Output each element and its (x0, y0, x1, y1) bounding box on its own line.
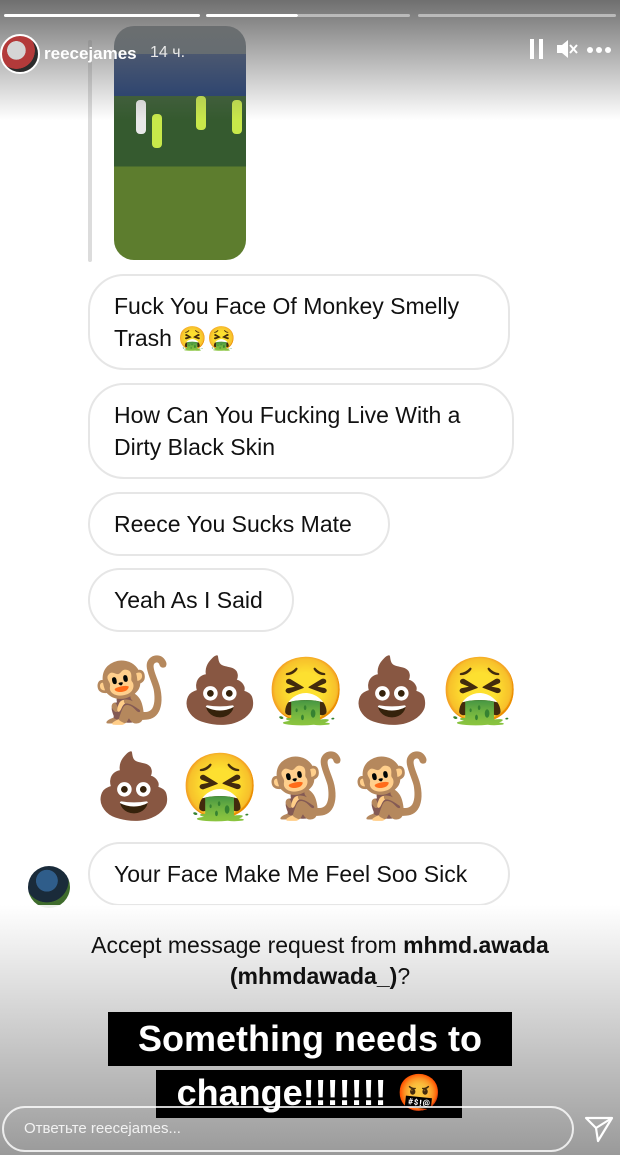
message-bubble[interactable]: Your Face Make Me Feel Soo Sick (88, 842, 510, 906)
message-request-prompt: Accept message request from mhmd.awada (… (40, 930, 600, 992)
request-handle: (mhmdawada_) (229, 963, 398, 989)
story-progress-remaining (298, 14, 410, 17)
profile-avatar[interactable] (0, 34, 40, 74)
request-suffix: ? (397, 963, 411, 989)
more-icon[interactable] (586, 38, 614, 67)
message-bubble[interactable]: How Can You Fucking Live With a Dirty Bl… (88, 383, 514, 479)
message-bubble[interactable]: Reece You Sucks Mate (88, 492, 390, 556)
poop-emoji: 💩 (180, 654, 260, 728)
request-account: mhmd.awada (403, 932, 549, 958)
pause-icon[interactable] (530, 38, 544, 67)
username[interactable]: reecejames (44, 44, 137, 64)
reply-input[interactable]: Ответьте reecejames... (2, 1106, 574, 1152)
story-progress-segment (4, 14, 200, 17)
timestamp: 14 ч. (150, 44, 186, 61)
story-progress-segment-current (206, 14, 298, 17)
sender-avatar[interactable] (28, 866, 70, 908)
poop-emoji: 💩 (352, 654, 432, 728)
vomit-emoji: 🤮 (440, 654, 520, 728)
request-prefix: Accept message request from (91, 932, 404, 958)
monkey-emoji: 🐒 (92, 654, 172, 728)
monkey-emoji: 🐒 (266, 750, 346, 824)
vomit-emoji: 🤮 (180, 750, 260, 824)
message-bubble[interactable]: Fuck You Face Of Monkey Smelly Trash 🤮🤮 (88, 274, 510, 370)
monkey-emoji: 🐒 (352, 750, 432, 824)
vomit-emoji: 🤮 (266, 654, 346, 728)
message-bubble[interactable]: Yeah As I Said (88, 568, 294, 632)
story-progress-segment (418, 14, 616, 17)
mute-icon[interactable] (556, 38, 578, 67)
send-icon[interactable] (584, 1114, 614, 1144)
story-caption-line-1: Something needs to (108, 1012, 512, 1066)
poop-emoji: 💩 (94, 750, 174, 824)
